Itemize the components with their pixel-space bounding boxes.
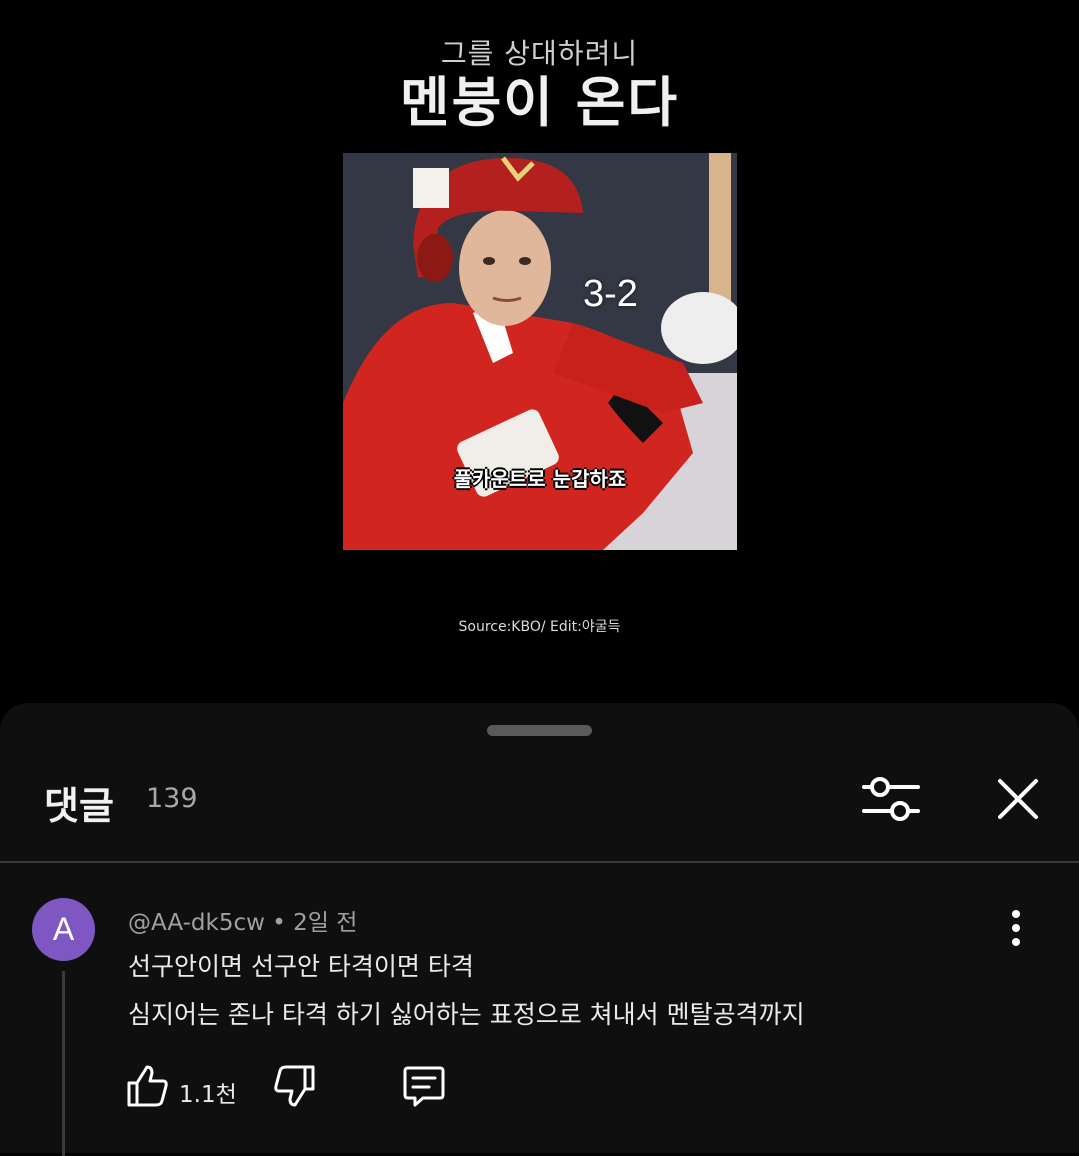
reply-button[interactable] (401, 1065, 447, 1109)
sliders-icon (862, 777, 920, 821)
dislike-button[interactable] (273, 1063, 317, 1109)
more-options-button[interactable] (1000, 908, 1032, 948)
video-caption: 풀카운트로 눈갑하죠 (453, 467, 627, 491)
thread-line (62, 971, 65, 1156)
comment-time: 2일 전 (293, 910, 358, 936)
comment-text: 선구안이면 선구안 타격이면 타격 심지어는 존나 타격 하기 싫어하는 표정으… (128, 943, 805, 1039)
thumbs-down-icon (274, 1065, 315, 1107)
close-icon (998, 779, 1038, 819)
meta-separator: • (272, 910, 286, 936)
source-credit: Source:KBO/ Edit:야굴득 (458, 619, 621, 635)
video-title: 멘붕이 온다 (399, 71, 680, 134)
comments-count: 139 (146, 783, 198, 814)
comments-sheet: 댓글 139 A @AA-dk5cw • 2일 전 선구안이면 선구안 타격이면… (0, 703, 1079, 1156)
video-frame: 3-2 풀카운트로 눈갑하죠 (343, 153, 737, 550)
comment-item: A @AA-dk5cw • 2일 전 선구안이면 선구안 타격이면 타격 심지어… (0, 863, 1079, 1156)
drag-handle[interactable] (487, 725, 592, 736)
comment-actions: 1.1천 (125, 1063, 725, 1113)
like-button[interactable] (125, 1063, 169, 1109)
like-count: 1.1천 (179, 1082, 237, 1108)
reply-icon (403, 1066, 445, 1107)
filter-button[interactable] (858, 771, 924, 827)
comments-title: 댓글 (44, 784, 114, 828)
avatar[interactable]: A (32, 898, 95, 961)
thumbs-up-icon (127, 1065, 168, 1107)
video-player[interactable]: 그를 상대하려니 멘붕이 온다 3-2 풀카운트로 눈갑하죠 Source:KB… (0, 0, 1079, 705)
more-vert-icon (1012, 910, 1020, 946)
comment-line: 심지어는 존나 타격 하기 싫어하는 표정으로 쳐내서 멘탈공격까지 (128, 1000, 805, 1029)
comment-meta: @AA-dk5cw • 2일 전 (128, 903, 357, 937)
comment-line: 선구안이면 선구안 타격이면 타격 (128, 952, 474, 981)
pitch-count-overlay: 3-2 (583, 273, 638, 315)
comment-author[interactable]: @AA-dk5cw (128, 910, 265, 936)
close-button[interactable] (990, 771, 1046, 827)
